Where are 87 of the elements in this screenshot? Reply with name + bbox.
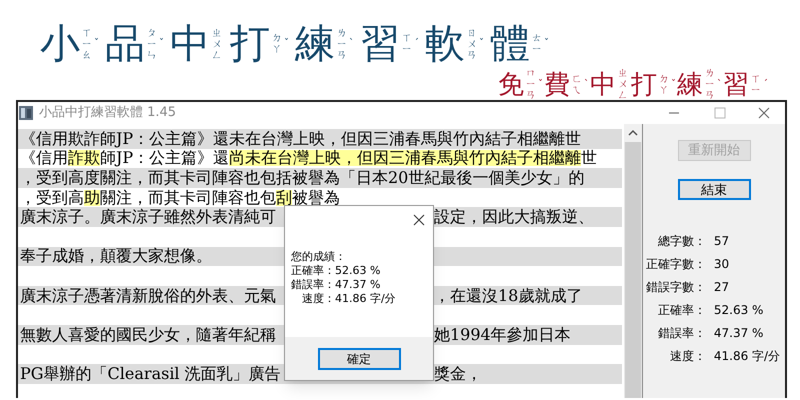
- source-text: 獎金，: [434, 366, 482, 382]
- zhuyin-annotation: ㄒㄧ: [751, 74, 761, 96]
- zhuyin-annotation: ㄒㄧㄠ: [82, 28, 92, 60]
- tone-mark: ˋ: [584, 80, 589, 90]
- close-icon[interactable]: [758, 107, 770, 119]
- title-character: 習: [360, 24, 400, 64]
- title-character: 練: [677, 72, 703, 98]
- zhuyin-annotation: ㄌㄧㄢ: [337, 28, 347, 60]
- app-icon: [19, 106, 33, 120]
- stat-value: 30: [714, 256, 730, 273]
- stat-value: 27: [714, 279, 730, 296]
- title-character: 品: [105, 24, 145, 64]
- zhuyin-annotation: ㄓㄨㄥ: [212, 28, 222, 60]
- result-heading: 您的成績：: [291, 250, 346, 264]
- tone-mark: ˇ: [284, 39, 289, 49]
- stat-label: 錯誤率：: [656, 325, 706, 342]
- typing-error-text: 尚未在台灣上映，但因三浦春馬與竹內結子相繼離: [229, 150, 582, 166]
- title-character: 體: [490, 24, 530, 64]
- finish-button[interactable]: 結束: [678, 179, 750, 200]
- zhuyin-annotation: ㄉㄚ: [272, 33, 282, 55]
- source-text: ，在還沒18歲就成了: [434, 288, 582, 304]
- title-character: 軟: [425, 24, 465, 64]
- title-character: 習: [723, 72, 749, 98]
- typed-text: 師JP：公主篇》還: [100, 150, 230, 166]
- source-text: 她1994年參加日本: [434, 326, 571, 343]
- zhuyin-annotation: ㄆㄧㄣ: [147, 28, 157, 60]
- typing-error-text: 助: [84, 190, 100, 206]
- zhuyin-annotation: ㄌㄧㄢ: [705, 68, 715, 101]
- typing-error-text: 詐欺: [68, 150, 100, 166]
- source-text: 設定，因此大搞叛逆、: [434, 209, 594, 226]
- scroll-thumb[interactable]: [625, 142, 641, 398]
- close-icon[interactable]: [413, 214, 425, 226]
- title-character: 中: [590, 72, 616, 98]
- tone-mark: ˇ: [544, 39, 549, 49]
- zhuyin-annotation: ㄈㄟ: [572, 74, 582, 96]
- result-value: 47.37 %: [335, 278, 382, 292]
- zhuyin-annotation: ㄉㄚ: [659, 74, 669, 96]
- title-character: 打: [230, 24, 270, 64]
- stat-value: 52.63 %: [714, 302, 764, 319]
- stat-label: 正確率：: [656, 302, 706, 319]
- tone-mark: ˇ: [94, 39, 99, 49]
- scrollbar[interactable]: [624, 124, 642, 398]
- stat-value: 41.86 字/分: [714, 348, 780, 365]
- result-label: 錯誤率：: [291, 278, 335, 292]
- zhuyin-annotation: ㄊㄧ: [532, 33, 542, 55]
- result-value: 52.63 %: [335, 264, 382, 278]
- stat-value: 47.37 %: [714, 325, 764, 342]
- stat-label: 速度：: [668, 348, 706, 365]
- title-character: 免: [498, 72, 524, 98]
- typed-text: 關注，而其卡司陣容也包: [100, 190, 276, 206]
- source-text: ，受到高度關注，而其卡司陣容也包括被譽為「日本20世紀最後一個美少女」的: [20, 170, 584, 186]
- tone-mark: ˊ: [763, 80, 768, 90]
- title-character: 中: [170, 24, 210, 64]
- stat-label: 正確字數：: [646, 256, 706, 273]
- ok-button[interactable]: 確定: [318, 348, 400, 370]
- title-character: 小: [40, 24, 80, 64]
- window-title: 小品中打練習軟體 1.45: [39, 104, 176, 122]
- title-character: 打: [631, 72, 657, 98]
- tone-mark: ˇ: [671, 80, 676, 90]
- source-text: 奉子成婚，顛覆大家想像。: [20, 248, 212, 264]
- stat-label: 總字數：: [656, 233, 706, 250]
- tone-mark: ˊ: [414, 39, 419, 49]
- zhuyin-annotation: ㄖㄨㄢ: [467, 28, 477, 60]
- source-text: 《信用欺詐師JP：公主篇》還未在台灣上映，但因三浦春馬與竹內結子相繼離世: [20, 130, 582, 147]
- source-text: 廣末涼子。廣末涼子雖然外表清純可: [20, 209, 276, 226]
- source-text: 無數人喜愛的國民少女，隨著年紀稱: [20, 326, 276, 343]
- tone-mark: ˋ: [717, 80, 722, 90]
- typing-error-text: 刮: [276, 190, 292, 206]
- tone-mark: ˇ: [159, 39, 164, 49]
- scroll-up-icon[interactable]: [624, 124, 642, 142]
- source-text: 廣末涼子憑著清新脫俗的外表、元氣: [20, 288, 276, 304]
- source-text: PG舉辦的「Clearasil 洗面乳」廣告: [20, 366, 281, 382]
- typed-text: 被譽為: [292, 190, 340, 206]
- zhuyin-annotation: ㄒㄧ: [402, 33, 412, 55]
- tone-mark: ˋ: [349, 39, 354, 49]
- result-value: 41.86 字/分: [335, 292, 396, 306]
- stat-label: 錯誤字數：: [646, 279, 706, 296]
- zhuyin-annotation: ㄇㄧㄢ: [526, 68, 536, 101]
- title-character: 費: [544, 72, 570, 98]
- result-label: 正確率：: [291, 264, 335, 278]
- result-label: 速度：: [301, 292, 335, 306]
- tone-mark: ˇ: [538, 80, 543, 90]
- tone-mark: ˇ: [479, 39, 484, 49]
- typed-text: 世: [581, 150, 598, 166]
- title-character: 練: [295, 24, 335, 64]
- stat-value: 57: [714, 233, 730, 250]
- zhuyin-annotation: ㄓㄨㄥ: [618, 68, 628, 101]
